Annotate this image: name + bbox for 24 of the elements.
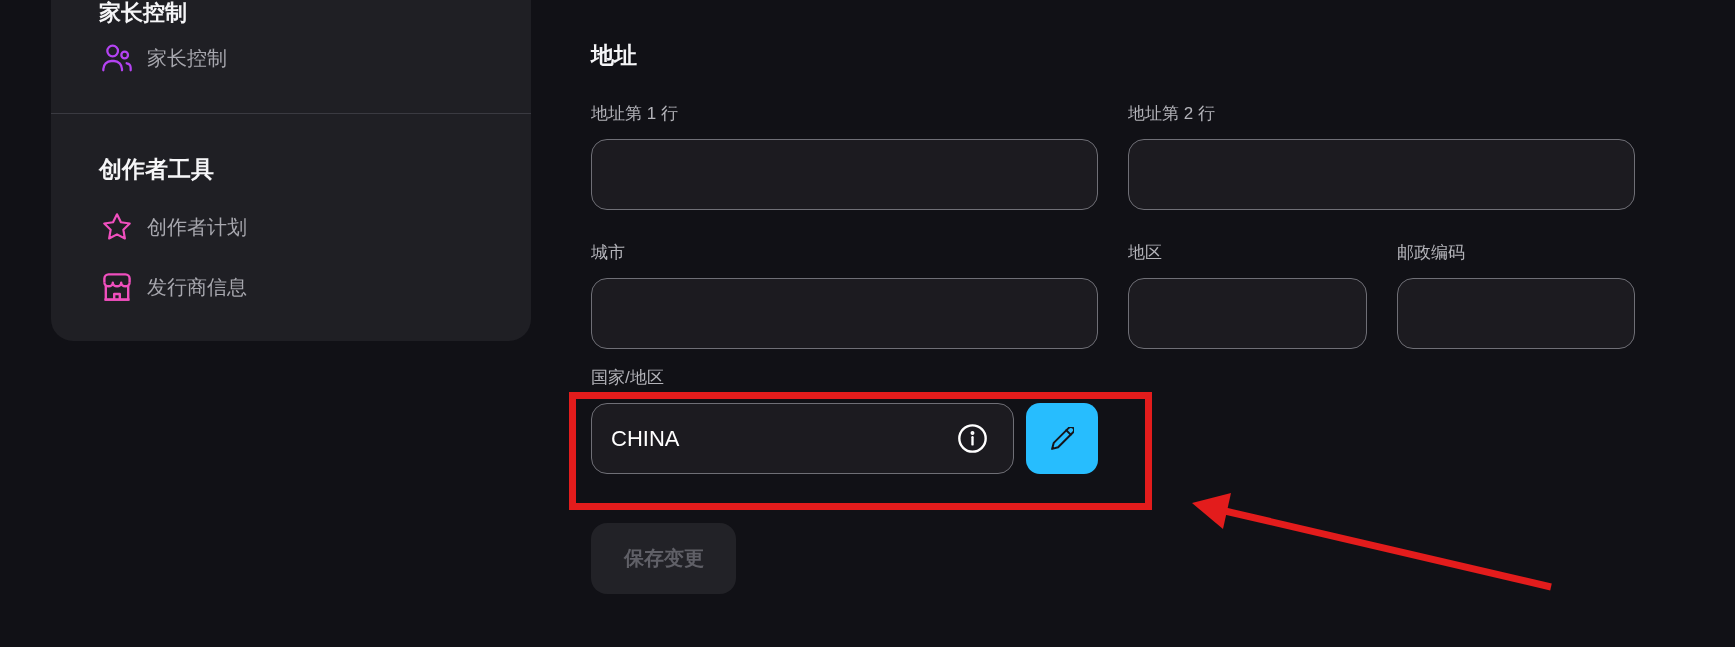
info-icon bbox=[958, 424, 987, 453]
sidebar-item[interactable]: 创作者计划 bbox=[99, 209, 483, 245]
section-heading: 创作者工具 bbox=[99, 155, 215, 184]
section-heading: 家长控制 bbox=[99, 0, 188, 26]
text-field[interactable] bbox=[1396, 278, 1635, 349]
text-field[interactable] bbox=[1128, 139, 1635, 210]
sidebar-item[interactable]: 家长控制 bbox=[99, 40, 483, 76]
field-label: 邮政编码 bbox=[1396, 242, 1466, 264]
people-icon bbox=[102, 44, 132, 72]
edit-button[interactable] bbox=[1026, 403, 1098, 474]
section-title: 地址 bbox=[591, 41, 638, 70]
field-label: 地址第 2 行 bbox=[1128, 103, 1216, 125]
field-label: 城市 bbox=[591, 242, 626, 264]
star-icon bbox=[102, 213, 132, 241]
field-label: 地区 bbox=[1128, 242, 1163, 264]
pencil-icon bbox=[1050, 427, 1074, 450]
country-field[interactable]: CHINA bbox=[591, 403, 1014, 474]
field-label: 地址第 1 行 bbox=[591, 103, 679, 125]
field-label: 国家/地区 bbox=[591, 367, 664, 389]
sidebar-item[interactable]: 发行商信息 bbox=[99, 269, 483, 305]
text-field[interactable] bbox=[1128, 278, 1367, 349]
text-field[interactable] bbox=[591, 278, 1098, 349]
text-field[interactable] bbox=[591, 139, 1098, 210]
storefront-icon bbox=[102, 273, 132, 301]
